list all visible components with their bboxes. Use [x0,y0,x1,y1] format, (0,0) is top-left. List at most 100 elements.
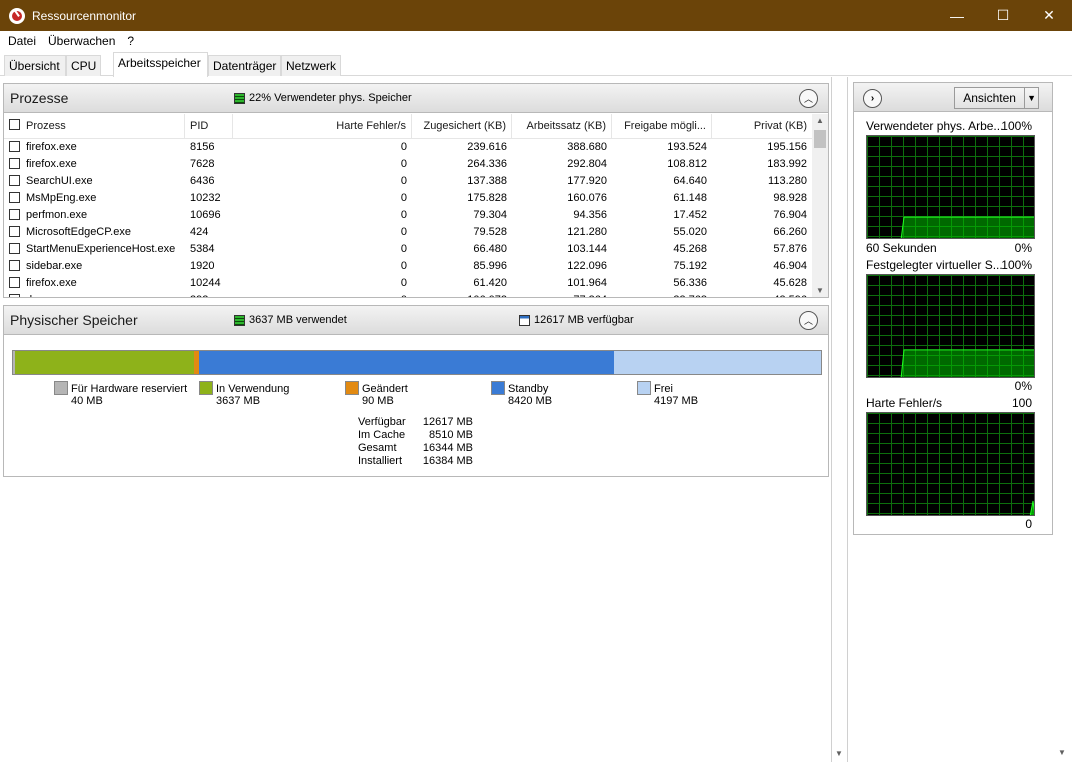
table-cell: 0 [400,175,407,187]
close-button[interactable]: ✕ [1026,0,1072,31]
table-cell: 5384 [190,243,215,255]
table-cell: 33.768 [612,292,712,297]
table-cell: 61.148 [673,192,707,204]
views-button[interactable]: Ansichten ▼ [954,87,1039,109]
graph3-line [1029,500,1034,515]
column-private[interactable]: Privat (KB) [712,114,812,139]
table-cell: 10232 [190,192,221,204]
process-name: firefox.exe [26,158,77,170]
table-row[interactable]: dwm.exe 3920106.07277.36433.76843.596 [4,292,814,297]
processes-title: Prozesse [10,90,69,106]
maximize-button[interactable]: ☐ [980,0,1026,31]
menu-monitor[interactable]: Überwachen [42,34,121,48]
legend-value: 40 MB [71,395,103,407]
process-name-cell: firefox.exe [4,275,185,292]
row-checkbox[interactable] [9,276,20,288]
column-pid[interactable]: PID [185,114,233,139]
tab-cpu[interactable]: CPU [66,55,101,76]
scroll-down-icon[interactable]: ▼ [835,749,843,758]
process-name-cell: sidebar.exe [4,258,185,275]
scroll-thumb[interactable] [814,130,826,148]
column-shareable[interactable]: Freigabe mögli... [612,114,712,139]
process-name: MsMpEng.exe [26,192,97,204]
memory-usage-indicator-icon [234,92,245,104]
tab-disk[interactable]: Datenträger [208,55,281,76]
scroll-down-icon[interactable]: ▼ [816,286,824,295]
processes-panel: Prozesse 22% Verwendeter phys. Speicher … [3,83,829,298]
table-cell: 1920 [190,260,215,272]
row-checkbox[interactable] [9,174,20,186]
column-hard-faults[interactable]: Harte Fehler/s [233,114,412,139]
row-checkbox[interactable] [9,191,20,203]
process-scrollbar[interactable]: ▲ ▼ [812,114,828,297]
row-checkbox[interactable] [9,293,20,297]
stat-label: Gesamt [358,442,397,454]
tab-memory[interactable]: Arbeitsspeicher [113,52,208,77]
legend-swatch [54,380,68,395]
chevron-down-icon[interactable]: ▼ [1024,88,1038,108]
table-cell: 175.828 [467,192,507,204]
graph1-max: 100% [1001,119,1032,133]
tab-overview[interactable]: Übersicht [4,55,66,76]
select-all-checkbox[interactable] [9,119,20,131]
row-checkbox[interactable] [9,242,20,254]
pane-splitter[interactable]: ▼ [831,77,848,762]
legend-free: Frei 4197 MB [637,380,698,407]
table-row[interactable]: firefox.exe 7628 0 264.336 292.804 108.812 183… [4,156,814,173]
process-name-cell: perfmon.exe [4,207,185,224]
physical-memory-title: Physischer Speicher [10,312,138,328]
table-cell: 183.992 [767,158,807,170]
collapse-processes-button[interactable]: ︿ [799,89,818,108]
table-cell: 66.260 [773,226,807,238]
legend-label: Geändert [362,383,408,395]
stat-available: Verfügbar 12617 MB [358,416,473,429]
table-cell: 98.928 [773,192,807,204]
column-working-set[interactable]: Arbeitssatz (KB) [512,114,612,139]
graph-pane: › Ansichten ▼ Verwendeter phys. Arbe... … [853,82,1053,535]
table-row[interactable]: firefox.exe 10244 0 61.420 101.964 56.336 45.6… [4,275,814,292]
row-checkbox[interactable] [9,225,20,237]
legend-label: Frei [654,383,673,395]
legend-hardware-reserved: Für Hardware reserviert 40 MB [54,380,187,407]
processes-header[interactable]: Prozesse 22% Verwendeter phys. Speicher … [4,84,828,113]
column-process[interactable]: Prozess [4,114,185,139]
physical-memory-header[interactable]: Physischer Speicher 3637 MB verwendet 12… [4,306,828,335]
table-row[interactable]: firefox.exe 8156 0 239.616 388.680 193.524 195… [4,139,814,156]
minimize-button[interactable]: — [934,0,980,31]
toggle-graph-pane-button[interactable]: › [863,89,882,108]
physical-available: 12617 MB verfügbar [519,314,634,326]
legend-value: 3637 MB [216,395,261,407]
table-row[interactable]: sidebar.exe 1920 0 85.996 122.096 75.192 46.90… [4,258,814,275]
table-cell: 10244 [190,277,221,289]
table-row[interactable]: MsMpEng.exe 10232 0 175.828 160.076 61.148 98.… [4,190,814,207]
table-row[interactable]: StartMenuExperienceHost.exe 5384 0 66.480 10… [4,241,814,258]
process-name: perfmon.exe [26,209,88,221]
table-row[interactable]: perfmon.exe 10696 0 79.304 94.356 17.452 76.90… [4,207,814,224]
table-cell: 17.452 [673,209,707,221]
table-cell: 7628 [190,158,215,170]
menu-file[interactable]: Datei [2,34,42,48]
tab-network[interactable]: Netzwerk [281,55,341,76]
column-commit[interactable]: Zugesichert (KB) [412,114,512,139]
title-bar: Ressourcenmonitor — ☐ ✕ [0,0,1072,31]
stat-total: Gesamt 16344 MB [358,442,473,455]
processes-summary-text: 22% Verwendeter phys. Speicher [249,92,412,104]
row-checkbox[interactable] [9,157,20,169]
process-name-cell: firefox.exe [4,139,185,156]
collapse-physical-button[interactable]: ︿ [799,311,818,330]
table-row[interactable]: MicrosoftEdgeCP.exe 424 0 79.528 121.280 55.0… [4,224,814,241]
process-table: Prozess PID Harte Fehler/s Zugesichert (… [4,114,814,297]
legend-swatch [345,380,359,395]
row-checkbox[interactable] [9,208,20,220]
table-cell: 392 [185,292,233,297]
scroll-up-icon[interactable]: ▲ [816,116,824,125]
table-cell: 0 [400,277,407,289]
table-row[interactable]: SearchUI.exe 6436 0 137.388 177.920 64.640 113… [4,173,814,190]
row-checkbox[interactable] [9,140,20,152]
resource-monitor-icon [9,7,25,24]
process-name-cell: firefox.exe [4,156,185,173]
right-scroll-down-icon[interactable]: ▼ [1058,748,1066,757]
memory-usage-bar [12,350,822,375]
row-checkbox[interactable] [9,259,20,271]
menu-help[interactable]: ? [121,34,140,48]
